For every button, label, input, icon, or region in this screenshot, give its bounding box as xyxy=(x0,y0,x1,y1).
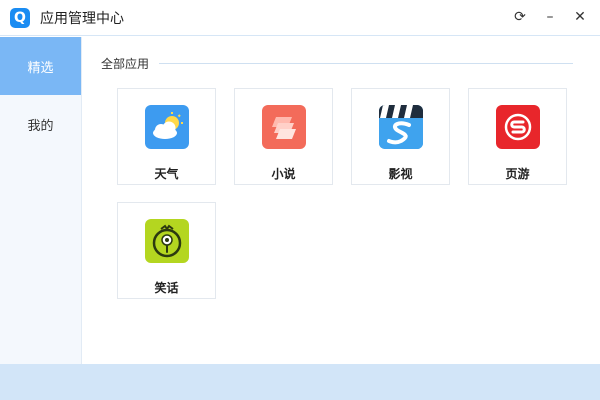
section-header: 全部应用 xyxy=(101,55,573,72)
sidebar-item-label: 精选 xyxy=(27,60,54,76)
close-button[interactable]: ✕ xyxy=(568,6,592,28)
sidebar-item-label: 我的 xyxy=(27,118,54,134)
app-grid: 天气 小说 影视 页游 笑话 xyxy=(117,88,567,299)
app-label: 影视 xyxy=(388,167,413,181)
game-icon xyxy=(495,105,540,149)
app-tile-video[interactable]: 影视 xyxy=(351,88,450,185)
main-panel: 全部应用 天气 小说 影视 页游 笑话 xyxy=(83,37,600,364)
joke-icon xyxy=(144,219,189,263)
app-tile-joke[interactable]: 笑话 xyxy=(117,202,216,299)
minimize-button[interactable]: – xyxy=(538,6,562,28)
app-label: 天气 xyxy=(154,167,179,181)
app-tile-weather[interactable]: 天气 xyxy=(117,88,216,185)
app-label: 页游 xyxy=(505,167,530,181)
refresh-icon: ⟳ xyxy=(514,9,526,25)
app-tile-novel[interactable]: 小说 xyxy=(234,88,333,185)
novel-icon xyxy=(261,105,306,149)
sidebar-item-featured[interactable]: 精选 xyxy=(0,37,81,95)
window-title: 应用管理中心 xyxy=(40,10,124,27)
app-logo-icon: Q xyxy=(10,7,30,28)
video-icon xyxy=(378,105,423,149)
sidebar-item-mine[interactable]: 我的 xyxy=(0,95,81,153)
app-label: 小说 xyxy=(271,167,296,181)
close-icon: ✕ xyxy=(574,9,586,25)
window-controls: ⟳ – ✕ xyxy=(508,6,592,28)
refresh-button[interactable]: ⟳ xyxy=(508,6,532,28)
section-title: 全部应用 xyxy=(101,57,150,71)
weather-icon xyxy=(144,105,189,149)
title-bar: Q 应用管理中心 ⟳ – ✕ xyxy=(0,0,600,36)
app-label: 笑话 xyxy=(154,281,179,295)
app-tile-game[interactable]: 页游 xyxy=(468,88,567,185)
section-divider xyxy=(159,63,573,64)
footer-bar xyxy=(0,364,600,400)
minimize-icon: – xyxy=(546,9,554,25)
sidebar: 精选 我的 xyxy=(0,37,82,364)
